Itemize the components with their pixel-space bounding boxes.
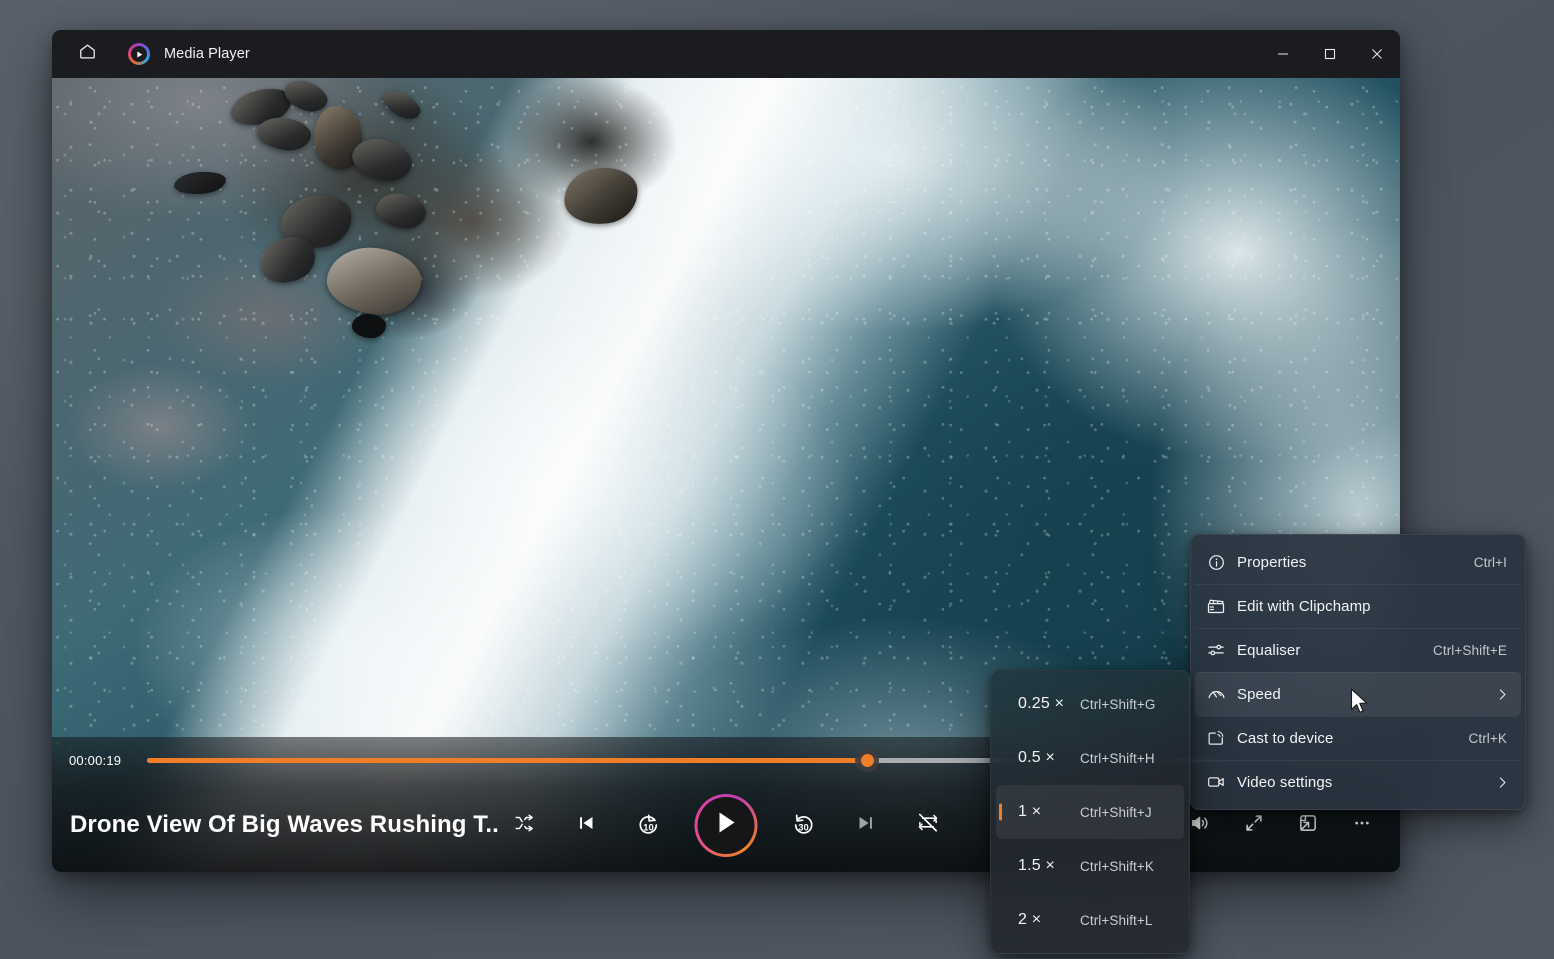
speed-option-label: 2 ×: [1018, 911, 1042, 928]
menu-item-label: Equaliser: [1237, 641, 1301, 659]
mini-player-button[interactable]: [1288, 805, 1328, 845]
menu-item-label: Speed: [1237, 685, 1281, 703]
speed-option-label: 0.5 ×: [1018, 749, 1056, 766]
rewind-10-icon: 10: [636, 810, 662, 841]
previous-button[interactable]: [567, 805, 607, 845]
speed-option-label: 1 ×: [1018, 803, 1042, 820]
video-camera-icon: [1195, 772, 1237, 792]
shuffle-icon: [514, 812, 536, 839]
speed-option-1x[interactable]: 1 × Ctrl+Shift+J: [996, 785, 1184, 839]
forward-30-button[interactable]: 30: [784, 805, 824, 845]
chevron-right-icon: [1496, 776, 1509, 789]
title-bar: Media Player: [52, 30, 1400, 78]
media-title: Drone View Of Big Waves Rushing T...: [70, 811, 500, 838]
speed-option-shortcut: Ctrl+Shift+L: [1080, 912, 1153, 928]
speed-gauge-icon: [1195, 684, 1237, 705]
svg-text:10: 10: [643, 822, 654, 833]
media-player-logo-icon: [128, 43, 150, 65]
window-controls: [1259, 30, 1400, 78]
menu-item-properties[interactable]: Properties Ctrl+I: [1195, 540, 1521, 585]
fullscreen-icon: [1243, 812, 1265, 839]
window-title: Media Player: [164, 46, 250, 62]
menu-item-video-settings[interactable]: Video settings: [1195, 760, 1521, 804]
speed-option-shortcut: Ctrl+Shift+J: [1080, 804, 1152, 820]
previous-icon: [576, 812, 598, 839]
svg-text:30: 30: [798, 822, 809, 833]
speed-option-0-25x[interactable]: 0.25 × Ctrl+Shift+G: [996, 677, 1184, 731]
home-button[interactable]: [64, 38, 110, 70]
menu-item-equaliser[interactable]: Equaliser Ctrl+Shift+E: [1195, 628, 1521, 673]
context-menu: Properties Ctrl+I Edit with Clipchamp Eq…: [1190, 534, 1526, 810]
speed-option-label: 0.25 ×: [1018, 695, 1065, 712]
seek-thumb[interactable]: [855, 748, 880, 772]
shuffle-button[interactable]: [505, 805, 545, 845]
seek-progress-fill: [147, 757, 868, 763]
more-options-button[interactable]: [1342, 805, 1382, 845]
speed-option-shortcut: Ctrl+Shift+G: [1080, 696, 1156, 712]
right-controls: [1180, 805, 1382, 845]
speed-option-shortcut: Ctrl+Shift+H: [1080, 750, 1155, 766]
menu-item-label: Cast to device: [1237, 729, 1334, 747]
menu-item-shortcut: Ctrl+I: [1473, 554, 1507, 570]
clipchamp-icon: [1195, 596, 1237, 616]
cast-icon: [1195, 728, 1237, 748]
forward-30-icon: 30: [791, 810, 817, 841]
menu-item-speed[interactable]: Speed: [1195, 672, 1521, 717]
more-options-icon: [1351, 812, 1373, 839]
mini-player-icon: [1297, 812, 1319, 839]
rewind-10-button[interactable]: 10: [629, 805, 669, 845]
home-icon: [78, 42, 97, 66]
play-button[interactable]: [695, 794, 758, 857]
menu-item-shortcut: Ctrl+Shift+E: [1433, 642, 1507, 658]
repeat-off-icon: [916, 811, 939, 839]
menu-item-label: Video settings: [1237, 773, 1333, 791]
volume-icon: [1189, 812, 1211, 839]
equaliser-icon: [1195, 640, 1237, 660]
speed-option-0-5x[interactable]: 0.5 × Ctrl+Shift+H: [996, 731, 1184, 785]
maximize-button[interactable]: [1306, 30, 1353, 78]
info-circle-icon: [1195, 553, 1237, 572]
current-time-label: 00:00:19: [69, 752, 122, 768]
selected-indicator: [999, 803, 1002, 821]
play-icon: [714, 809, 739, 841]
next-button[interactable]: [846, 805, 886, 845]
speed-submenu: 0.25 × Ctrl+Shift+G 0.5 × Ctrl+Shift+H 1…: [990, 670, 1190, 954]
fullscreen-button[interactable]: [1234, 805, 1274, 845]
menu-item-shortcut: Ctrl+K: [1468, 730, 1507, 746]
speed-option-1-5x[interactable]: 1.5 × Ctrl+Shift+K: [996, 839, 1184, 893]
next-icon: [855, 812, 877, 839]
chevron-right-icon: [1496, 688, 1509, 701]
menu-item-label: Edit with Clipchamp: [1237, 597, 1371, 615]
menu-item-label: Properties: [1237, 553, 1307, 571]
minimize-button[interactable]: [1259, 30, 1306, 78]
speed-option-shortcut: Ctrl+Shift+K: [1080, 858, 1154, 874]
close-button[interactable]: [1353, 30, 1400, 78]
speed-option-label: 1.5 ×: [1018, 857, 1056, 874]
speed-option-2x[interactable]: 2 × Ctrl+Shift+L: [996, 893, 1184, 947]
menu-item-edit-with-clipchamp[interactable]: Edit with Clipchamp: [1195, 584, 1521, 629]
menu-item-cast-to-device[interactable]: Cast to device Ctrl+K: [1195, 716, 1521, 761]
repeat-off-button[interactable]: [908, 805, 948, 845]
transport-controls: 10 30: [505, 794, 948, 857]
